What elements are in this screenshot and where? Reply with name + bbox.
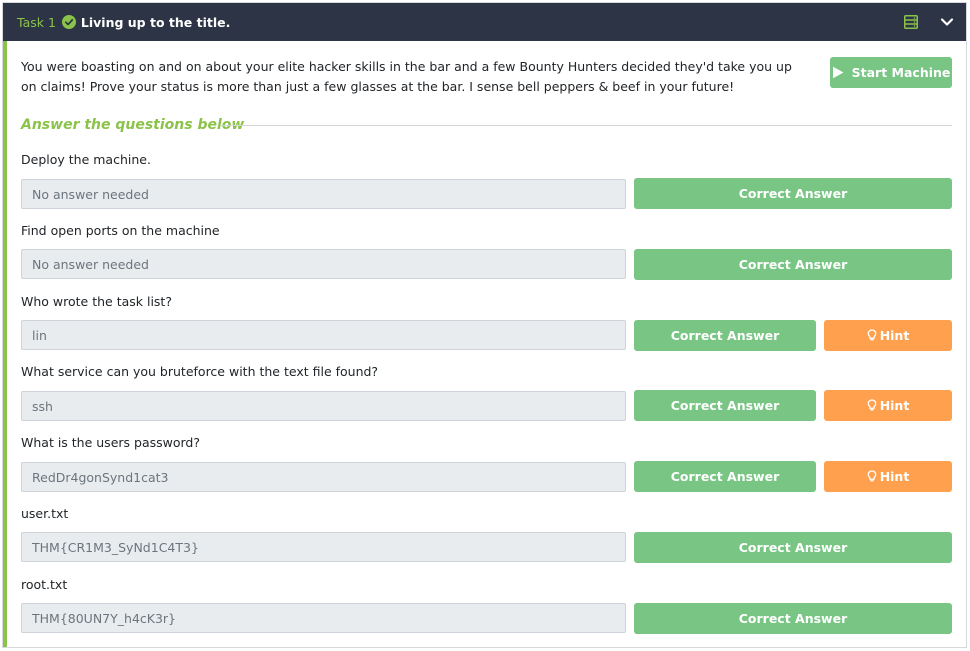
answer-field[interactable]: No answer needed <box>21 179 626 209</box>
task-number-label: Task 1 <box>17 14 56 30</box>
answers-heading: Answer the questions below <box>21 117 245 133</box>
answer-field[interactable]: THM{80UN7Y_h4cK3r} <box>21 603 626 633</box>
check-circle-icon <box>61 15 76 29</box>
hint-label: Hint <box>879 328 910 343</box>
correct-answer-button[interactable]: Correct Answer <box>634 390 816 421</box>
correct-answer-button[interactable]: Correct Answer <box>634 532 952 563</box>
answer-field[interactable]: lin <box>21 320 626 350</box>
lightbulb-icon <box>867 470 877 482</box>
hint-button[interactable]: Hint <box>824 390 952 421</box>
answer-field[interactable]: ssh <box>21 391 626 421</box>
correct-answer-button[interactable]: Correct Answer <box>634 461 816 492</box>
task-content: You were boasting on and on about your e… <box>3 41 966 647</box>
heading-divider <box>221 125 952 126</box>
chevron-down-icon[interactable] <box>940 15 954 29</box>
correct-answer-button[interactable]: Correct Answer <box>634 603 952 634</box>
correct-answer-button[interactable]: Correct Answer <box>634 178 952 209</box>
answer-field[interactable]: RedDr4gonSynd1cat3 <box>21 462 626 492</box>
question-text: user.txt <box>21 506 69 521</box>
question-text: Who wrote the task list? <box>21 294 172 309</box>
hint-button[interactable]: Hint <box>824 461 952 492</box>
question-text: Find open ports on the machine <box>21 223 220 238</box>
task-panel: Task 1 Living up to the title. You were … <box>2 2 967 648</box>
answer-field[interactable]: No answer needed <box>21 249 626 279</box>
task-header[interactable]: Task 1 Living up to the title. <box>3 3 966 41</box>
lightbulb-icon <box>867 399 877 411</box>
start-machine-button[interactable]: Start Machine <box>830 57 952 88</box>
lightbulb-icon <box>867 329 877 341</box>
hint-label: Hint <box>879 469 910 484</box>
task-description: You were boasting on and on about your e… <box>21 59 792 94</box>
header-actions <box>904 3 954 41</box>
correct-answer-button[interactable]: Correct Answer <box>634 320 816 351</box>
hint-label: Hint <box>879 398 910 413</box>
question-text: What is the users password? <box>21 435 200 450</box>
stack-icon[interactable] <box>904 15 918 29</box>
question-text: root.txt <box>21 577 68 592</box>
question-text: Deploy the machine. <box>21 152 151 167</box>
answer-field[interactable]: THM{CR1M3_SyNd1C4T3} <box>21 532 626 562</box>
task-title: Living up to the title. <box>80 14 231 30</box>
question-text: What service can you bruteforce with the… <box>21 364 379 379</box>
correct-answer-button[interactable]: Correct Answer <box>634 249 952 280</box>
play-icon <box>832 66 844 79</box>
hint-button[interactable]: Hint <box>824 320 952 351</box>
start-machine-label: Start Machine <box>851 65 951 80</box>
